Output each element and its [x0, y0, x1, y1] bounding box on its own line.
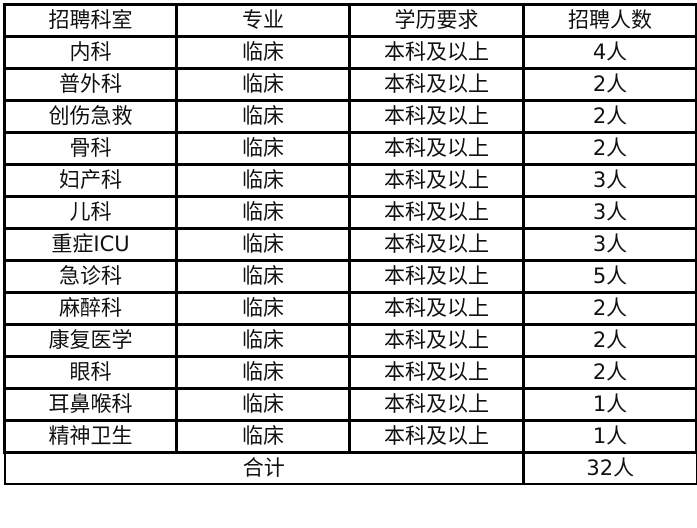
cell-education: 本科及以上 — [348, 227, 525, 262]
table-row: 急诊科 临床 本科及以上 5人 — [3, 259, 697, 294]
table-row: 麻醉科 临床 本科及以上 2人 — [3, 291, 697, 326]
cell-count: 2人 — [522, 355, 697, 390]
cell-major: 临床 — [175, 35, 351, 70]
table-row: 创伤急救 临床 本科及以上 2人 — [3, 99, 697, 134]
table-row: 重症ICU 临床 本科及以上 3人 — [3, 227, 697, 262]
cell-count: 3人 — [522, 195, 697, 230]
cell-count: 2人 — [522, 131, 697, 166]
cell-department: 康复医学 — [3, 323, 178, 358]
cell-education: 本科及以上 — [348, 419, 525, 454]
table-row: 眼科 临床 本科及以上 2人 — [3, 355, 697, 390]
cell-education: 本科及以上 — [348, 35, 525, 70]
total-value: 32人 — [522, 451, 697, 485]
table-body: 内科 临床 本科及以上 4人 普外科 临床 本科及以上 2人 创伤急救 临床 本科及以上 2人 骨科 临床… — [3, 35, 697, 454]
table-row: 儿科 临床 本科及以上 3人 — [3, 195, 697, 230]
cell-major: 临床 — [175, 323, 351, 358]
cell-department: 妇产科 — [3, 163, 178, 198]
cell-department: 创伤急救 — [3, 99, 178, 134]
cell-count: 3人 — [522, 227, 697, 262]
cell-count: 4人 — [522, 35, 697, 70]
cell-count: 5人 — [522, 259, 697, 294]
table-header-row: 招聘科室 专业 学历要求 招聘人数 — [3, 3, 697, 38]
cell-department: 耳鼻喉科 — [3, 387, 178, 422]
cell-education: 本科及以上 — [348, 355, 525, 390]
header-department: 招聘科室 — [3, 3, 178, 38]
cell-department: 眼科 — [3, 355, 178, 390]
cell-major: 临床 — [175, 131, 351, 166]
table-row: 骨科 临床 本科及以上 2人 — [3, 131, 697, 166]
header-major: 专业 — [175, 3, 351, 38]
table-row: 内科 临床 本科及以上 4人 — [3, 35, 697, 70]
header-education: 学历要求 — [348, 3, 525, 38]
cell-department: 骨科 — [3, 131, 178, 166]
cell-department: 内科 — [3, 35, 178, 70]
cell-major: 临床 — [175, 387, 351, 422]
cell-major: 临床 — [175, 355, 351, 390]
cell-major: 临床 — [175, 67, 351, 102]
cell-count: 2人 — [522, 99, 697, 134]
recruitment-table: 招聘科室 专业 学历要求 招聘人数 内科 临床 本科及以上 4人 普外科 临床 本科及以上 2… — [3, 3, 697, 485]
table-row: 耳鼻喉科 临床 本科及以上 1人 — [3, 387, 697, 422]
table-row: 妇产科 临床 本科及以上 3人 — [3, 163, 697, 198]
cell-education: 本科及以上 — [348, 99, 525, 134]
total-label: 合计 — [3, 451, 525, 485]
cell-education: 本科及以上 — [348, 323, 525, 358]
cell-major: 临床 — [175, 163, 351, 198]
cell-education: 本科及以上 — [348, 131, 525, 166]
cell-department: 儿科 — [3, 195, 178, 230]
cell-department: 急诊科 — [3, 259, 178, 294]
cell-education: 本科及以上 — [348, 291, 525, 326]
table-row: 精神卫生 临床 本科及以上 1人 — [3, 419, 697, 454]
cell-count: 1人 — [522, 419, 697, 454]
cell-education: 本科及以上 — [348, 67, 525, 102]
cell-major: 临床 — [175, 195, 351, 230]
cell-education: 本科及以上 — [348, 387, 525, 422]
cell-major: 临床 — [175, 259, 351, 294]
cell-education: 本科及以上 — [348, 259, 525, 294]
cell-education: 本科及以上 — [348, 195, 525, 230]
cell-major: 临床 — [175, 99, 351, 134]
cell-department: 普外科 — [3, 67, 178, 102]
cell-count: 2人 — [522, 67, 697, 102]
table-row: 普外科 临床 本科及以上 2人 — [3, 67, 697, 102]
cell-education: 本科及以上 — [348, 163, 525, 198]
header-count: 招聘人数 — [522, 3, 697, 38]
cell-count: 3人 — [522, 163, 697, 198]
cell-department: 精神卫生 — [3, 419, 178, 454]
cell-department: 重症ICU — [3, 227, 178, 262]
table-row: 康复医学 临床 本科及以上 2人 — [3, 323, 697, 358]
cell-major: 临床 — [175, 291, 351, 326]
cell-major: 临床 — [175, 419, 351, 454]
cell-department: 麻醉科 — [3, 291, 178, 326]
cell-count: 2人 — [522, 323, 697, 358]
cell-count: 1人 — [522, 387, 697, 422]
cell-major: 临床 — [175, 227, 351, 262]
cell-count: 2人 — [522, 291, 697, 326]
total-row: 合计 32人 — [3, 451, 697, 485]
